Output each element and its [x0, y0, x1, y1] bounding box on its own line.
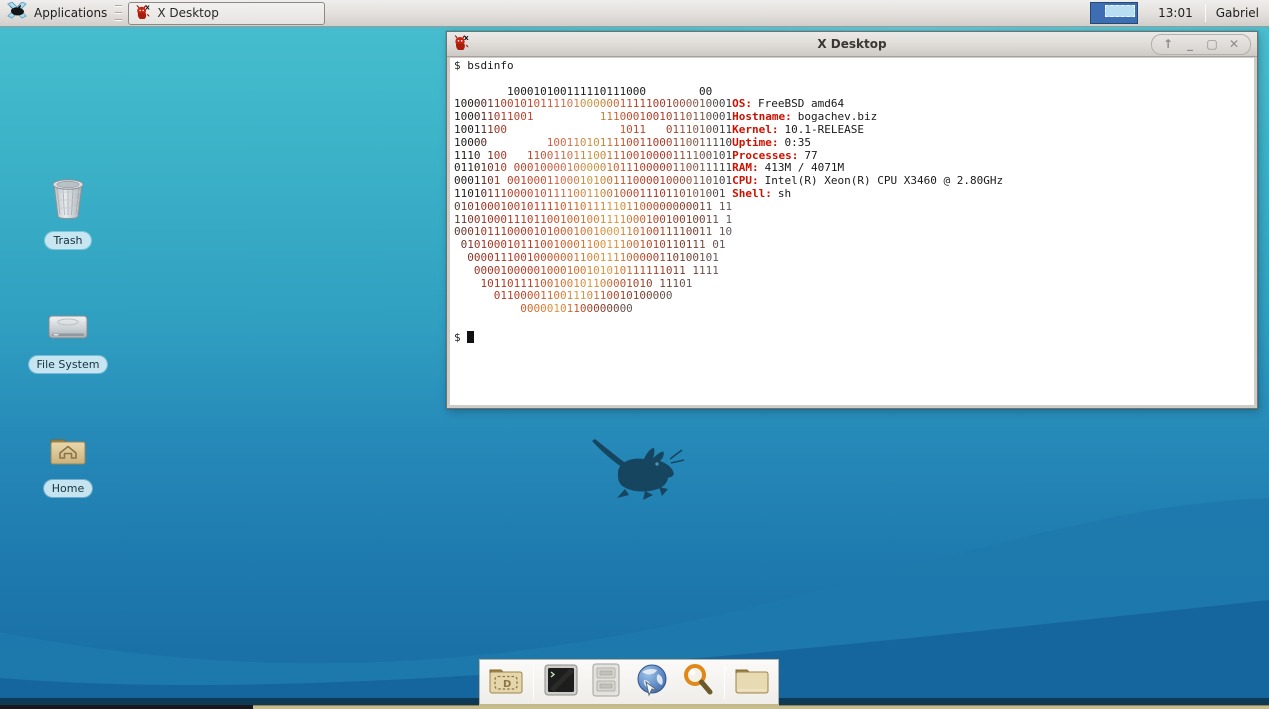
sysinfo-label: Uptime: — [732, 136, 778, 149]
ascii-art-binary: 0101000101110010001100111001010110111 01 — [454, 238, 726, 251]
terminal-sysinfo-line: 1101011100001011110011001000111011010100… — [454, 188, 1254, 201]
harddrive-icon — [45, 308, 91, 350]
ascii-art-binary: 100011011001 11100010010110110001 — [454, 110, 732, 123]
sysinfo-label: Processes: — [732, 149, 798, 162]
svg-text:x: x — [146, 4, 151, 11]
sysinfo-label: OS: — [732, 97, 752, 110]
taskbar-window-label: X Desktop — [157, 6, 219, 20]
ascii-art-binary: 10110111100100101100001010 11101 — [454, 277, 692, 290]
terminal-command-line: $ bsdinfo — [454, 60, 1254, 73]
ascii-art-binary: 01101010 0001000010000010111000001100111… — [454, 161, 732, 174]
sysinfo-value: bogachev.biz — [792, 110, 877, 123]
ascii-art-binary: 1000011001010111101000000111110010000100… — [454, 97, 732, 110]
terminal-blank-line — [454, 316, 1254, 329]
sysinfo-value: 77 — [798, 149, 817, 162]
desktop-icon-home[interactable]: Home — [20, 428, 116, 497]
freebsd-daemon-icon: x — [135, 4, 151, 23]
dock-separator — [533, 665, 534, 699]
terminal-sysinfo-line: 00001000001000100101010111111011 1111 — [454, 265, 1254, 278]
shade-button[interactable]: ↑ — [1159, 36, 1177, 53]
terminal-sysinfo-line: 00000101100000000 — [454, 303, 1254, 316]
window-title: X Desktop — [447, 37, 1257, 51]
ascii-art-binary: 0001101 00100011000101001110000100001101… — [454, 174, 732, 187]
bottom-dock: D — [479, 659, 779, 706]
close-button[interactable]: ✕ — [1225, 36, 1243, 53]
ascii-art-binary: 10000 1001101011110011000110011110 — [454, 136, 732, 149]
ascii-art-binary: 100010100111110111000 00 — [454, 85, 712, 98]
directory-menu-icon: D — [488, 664, 524, 700]
file-manager-launcher[interactable] — [733, 663, 771, 701]
taskbar-window-button[interactable]: x X Desktop — [128, 2, 325, 25]
terminal-sysinfo-line: 00001110010000001100111100000110100101 — [454, 252, 1254, 265]
ascii-art-binary: 1100100011101100100100111100010010010011… — [454, 213, 732, 226]
sysinfo-label: Hostname: — [732, 110, 792, 123]
panel-clock[interactable]: 13:01 — [1148, 6, 1203, 20]
terminal-launcher[interactable] — [542, 663, 580, 701]
xfce-logo-icon — [6, 2, 28, 24]
search-icon — [680, 662, 716, 702]
terminal-sysinfo-line: 010100010010111101101111101100000000011 … — [454, 201, 1254, 214]
web-browser-launcher[interactable] — [633, 663, 671, 701]
minimize-button[interactable]: _ — [1181, 36, 1199, 53]
terminal-window: x X Desktop ↑ _ ▢ ✕ $ bsdinfo 1000101001… — [446, 31, 1258, 409]
top-panel: Applications x X Desktop — [0, 0, 1269, 27]
applications-menu-label: Applications — [34, 6, 107, 20]
sysinfo-label: CPU: — [732, 174, 759, 187]
dock-separator — [724, 665, 725, 699]
terminal-cursor — [467, 331, 474, 343]
user-menu[interactable]: Gabriel — [1208, 6, 1269, 20]
sysinfo-label: Kernel: — [732, 123, 778, 136]
window-titlebar[interactable]: x X Desktop ↑ _ ▢ ✕ — [447, 32, 1257, 57]
directory-menu-launcher[interactable]: D — [487, 663, 525, 701]
file-cabinet-launcher[interactable] — [587, 663, 625, 701]
ascii-art-binary: 1101011100001011110011001000111011010100… — [454, 187, 732, 200]
svg-text:D: D — [503, 679, 511, 690]
ascii-art-binary: 010100010010111101101111101100000000011 … — [454, 200, 732, 213]
terminal-icon — [544, 664, 578, 700]
desktop-icon-trash[interactable]: Trash — [20, 176, 116, 249]
sysinfo-value: FreeBSD amd64 — [752, 97, 844, 110]
applications-menu-button[interactable]: Applications — [0, 0, 115, 26]
maximize-button[interactable]: ▢ — [1203, 36, 1221, 53]
sysinfo-label: Shell: — [732, 187, 772, 200]
desktop-icon-label: Trash — [45, 232, 90, 249]
sysinfo-label: RAM: — [732, 161, 759, 174]
desktop-icon-label: File System — [29, 356, 108, 373]
ascii-art-binary: 1110 100 1100110111001110010000111100101 — [454, 149, 732, 162]
workspace-pager[interactable] — [1090, 2, 1138, 24]
search-launcher[interactable] — [679, 663, 717, 701]
trash-icon — [45, 176, 91, 226]
sysinfo-value: 413M / 4071M — [759, 161, 844, 174]
window-controls: ↑ _ ▢ ✕ — [1151, 34, 1251, 55]
panel-grip-handle[interactable] — [115, 5, 122, 21]
xfce-mouse-silhouette — [588, 436, 688, 506]
terminal-sysinfo-line: 10011100 1011 0111010011Kernel:10.1-RELE… — [454, 124, 1254, 137]
bottom-edge-dark — [0, 705, 253, 709]
ascii-art-binary: 00000101100000000 — [454, 302, 633, 315]
desktop-background: Applications x X Desktop — [0, 0, 1269, 709]
terminal-prompt-line: $ — [454, 329, 1254, 345]
terminal-content[interactable]: $ bsdinfo 100010100111110111000 00100001… — [450, 58, 1254, 405]
web-browser-icon — [634, 662, 670, 702]
desktop-icon-file-system[interactable]: File System — [20, 308, 116, 373]
sysinfo-value: 0:35 — [779, 136, 812, 149]
home-folder-icon — [45, 428, 91, 474]
ascii-art-binary: 00001110010000001100111100000110100101 — [454, 251, 719, 264]
terminal-sysinfo-line: 10000 1001101011110011000110011110Uptime… — [454, 137, 1254, 150]
sysinfo-value: Intel(R) Xeon(R) CPU X3460 @ 2.80GHz — [759, 174, 1003, 187]
sysinfo-value: sh — [772, 187, 791, 200]
desktop-icon-label: Home — [44, 480, 92, 497]
ascii-art-binary: 10011100 1011 0111010011 — [454, 123, 732, 136]
file-cabinet-icon — [590, 663, 622, 701]
file-manager-folder-icon — [734, 664, 770, 700]
pager-window-preview — [1105, 5, 1135, 17]
shell-prompt: $ — [454, 331, 467, 344]
ascii-art-binary: 000101110000101000100100011010011110011 … — [454, 225, 732, 238]
sysinfo-value: 10.1-RELEASE — [779, 123, 864, 136]
ascii-art-binary: 00001000001000100101010111111011 1111 — [454, 264, 719, 277]
panel-separator — [1205, 4, 1206, 22]
ascii-art-binary: 011000011001110110010100000 — [454, 289, 673, 302]
